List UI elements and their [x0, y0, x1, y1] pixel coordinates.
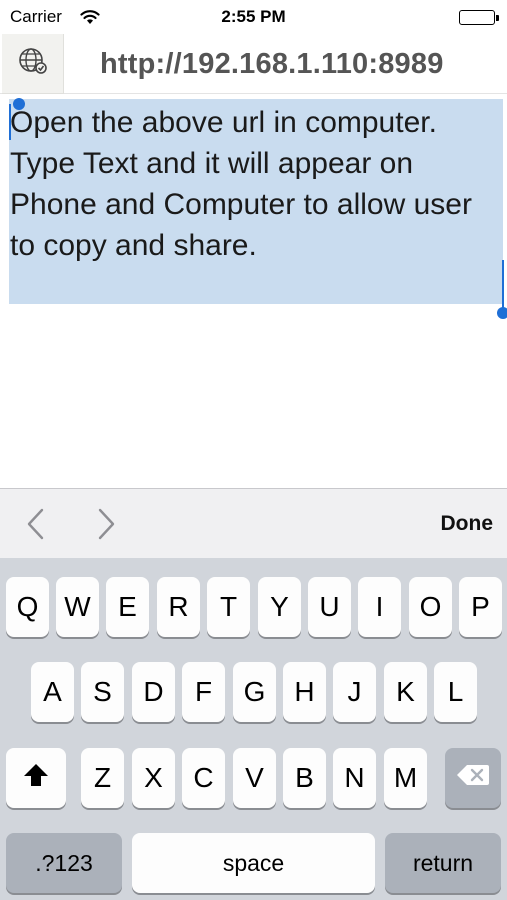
key-c[interactable]: C: [182, 748, 225, 808]
key-b[interactable]: B: [283, 748, 326, 808]
delete-icon: [456, 762, 490, 794]
battery-icon: [459, 10, 499, 25]
keyboard-accessory-toolbar: Done: [0, 488, 507, 558]
key-d[interactable]: D: [132, 662, 175, 722]
chevron-left-icon[interactable]: [22, 507, 52, 541]
done-button[interactable]: Done: [441, 512, 494, 536]
key-p[interactable]: P: [459, 577, 502, 637]
status-bar: Carrier 2:55 PM: [0, 0, 507, 34]
key-m[interactable]: M: [384, 748, 427, 808]
key-n[interactable]: N: [333, 748, 376, 808]
globe-button[interactable]: [2, 34, 64, 94]
key-u[interactable]: U: [308, 577, 351, 637]
numbers-key[interactable]: .?123: [6, 833, 122, 893]
selection-end-handle[interactable]: [502, 260, 504, 308]
key-q[interactable]: Q: [6, 577, 49, 637]
key-l[interactable]: L: [434, 662, 477, 722]
status-time: 2:55 PM: [221, 7, 286, 26]
key-z[interactable]: Z: [81, 748, 124, 808]
url-header: http://192.168.1.110:8989: [0, 34, 507, 94]
key-f[interactable]: F: [182, 662, 225, 722]
key-v[interactable]: V: [233, 748, 276, 808]
key-x[interactable]: X: [132, 748, 175, 808]
shift-icon: [22, 762, 50, 795]
editor-text[interactable]: Open the above url in computer. Type Tex…: [10, 102, 500, 266]
key-e[interactable]: E: [106, 577, 149, 637]
selection-start-handle[interactable]: [9, 98, 25, 140]
shift-key[interactable]: [6, 748, 66, 808]
battery-tip: [496, 15, 499, 21]
text-editor[interactable]: Open the above url in computer. Type Tex…: [0, 94, 507, 488]
key-k[interactable]: K: [384, 662, 427, 722]
key-i[interactable]: I: [358, 577, 401, 637]
selection-end-grabber[interactable]: [497, 307, 507, 319]
globe-icon: [15, 43, 51, 84]
keyboard: Q W E R T Y U I O P A S D F G H J K L Z …: [0, 558, 507, 900]
space-key[interactable]: space: [132, 833, 375, 893]
key-r[interactable]: R: [157, 577, 200, 637]
key-y[interactable]: Y: [258, 577, 301, 637]
delete-key[interactable]: [445, 748, 501, 808]
key-s[interactable]: S: [81, 662, 124, 722]
key-o[interactable]: O: [409, 577, 452, 637]
return-key[interactable]: return: [385, 833, 501, 893]
server-url: http://192.168.1.110:8989: [100, 48, 444, 80]
chevron-right-icon[interactable]: [90, 507, 120, 541]
selection-start-grabber[interactable]: [13, 98, 25, 110]
key-g[interactable]: G: [233, 662, 276, 722]
key-w[interactable]: W: [56, 577, 99, 637]
key-a[interactable]: A: [31, 662, 74, 722]
key-j[interactable]: J: [333, 662, 376, 722]
key-t[interactable]: T: [207, 577, 250, 637]
key-h[interactable]: H: [283, 662, 326, 722]
